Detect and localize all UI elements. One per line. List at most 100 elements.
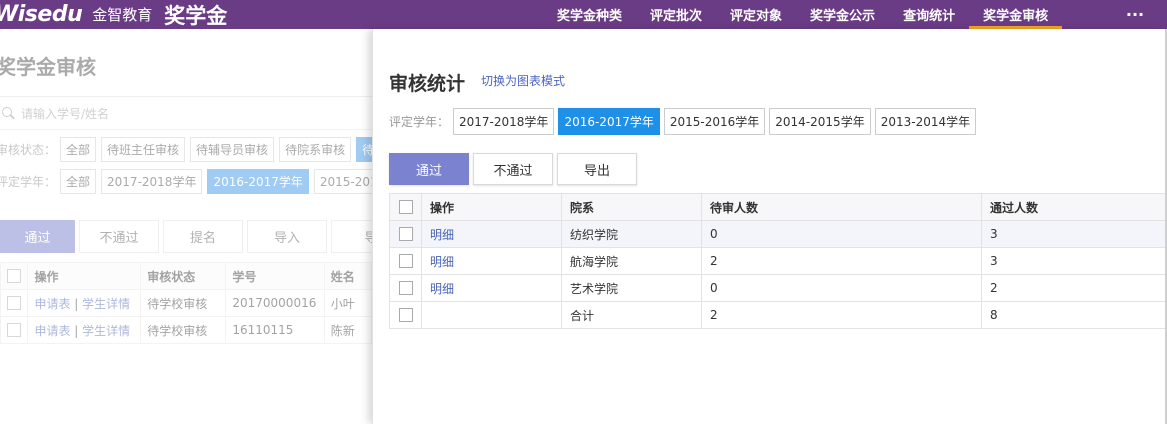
passed-count-cell: 3 bbox=[981, 247, 1167, 275]
logo-chinese-text: 金智教育 bbox=[92, 6, 153, 24]
switch-chart-mode-link[interactable]: 切换为图表模式 bbox=[481, 72, 565, 89]
year-option-2016-2017[interactable]: 2016-2017学年 bbox=[207, 169, 309, 194]
review-statistics-panel: 审核统计 切换为图表模式 评定学年： 2017-2018学年 2016-2017… bbox=[372, 29, 1167, 424]
detail-link[interactable]: 明细 bbox=[430, 228, 454, 242]
nav-evaluation-targets[interactable]: 评定对象 bbox=[716, 0, 796, 29]
col-header-student-id: 学号 bbox=[225, 262, 325, 290]
student-detail-link[interactable]: 学生详情 bbox=[82, 297, 130, 311]
table-row: 申请表 | 学生详情 待学校审核 20170000016 小叶 bbox=[0, 289, 372, 317]
row-checkbox[interactable] bbox=[398, 281, 413, 296]
nav-query-statistics[interactable]: 查询统计 bbox=[889, 0, 969, 29]
row-checkbox-cell[interactable] bbox=[389, 247, 422, 275]
nav-scholarship-publicity[interactable]: 奖学金公示 bbox=[796, 0, 889, 29]
status-option-school[interactable]: 待学校 bbox=[356, 137, 372, 162]
student-name-cell: 小叶 bbox=[323, 289, 372, 317]
student-detail-link[interactable]: 学生详情 bbox=[82, 324, 130, 338]
total-label-cell: 合计 bbox=[561, 301, 702, 329]
department-cell: 航海学院 bbox=[561, 247, 702, 275]
select-all-cell[interactable] bbox=[0, 262, 29, 290]
panel-year-2016-2017[interactable]: 2016-2017学年 bbox=[558, 108, 660, 135]
student-id-cell: 20170000016 bbox=[225, 289, 325, 317]
pass-button[interactable]: 通过 bbox=[389, 153, 469, 185]
link-separator: | bbox=[74, 323, 79, 338]
panel-year-2015-2016[interactable]: 2015-2016学年 bbox=[663, 108, 766, 135]
pending-total-cell: 2 bbox=[701, 301, 982, 329]
row-checkbox-cell[interactable] bbox=[389, 220, 422, 248]
panel-year-2014-2015[interactable]: 2014-2015学年 bbox=[769, 108, 871, 135]
application-form-link[interactable]: 申请表 bbox=[34, 297, 70, 311]
bg-nominate-button[interactable]: 提名 bbox=[163, 220, 243, 253]
background-review-page: 奖学金审核 请输入学号/姓名 审核状态： 全部 待班主任审核 待辅导员审核 待院… bbox=[0, 29, 372, 424]
bg-fail-button[interactable]: 不通过 bbox=[79, 220, 159, 253]
panel-action-buttons: 通过 不通过 导出 bbox=[389, 153, 641, 185]
status-option-all[interactable]: 全部 bbox=[60, 137, 97, 162]
table-header-row: 操作 院系 待审人数 通过人数 bbox=[389, 193, 1167, 221]
bg-pass-button[interactable]: 通过 bbox=[0, 220, 75, 253]
panel-year-2017-2018[interactable]: 2017-2018学年 bbox=[453, 108, 555, 135]
detail-link[interactable]: 明细 bbox=[430, 255, 454, 269]
pending-count-cell: 0 bbox=[701, 274, 982, 302]
status-option-class-teacher[interactable]: 待班主任审核 bbox=[101, 137, 186, 162]
nav-evaluation-batches[interactable]: 评定批次 bbox=[636, 0, 716, 29]
col-header-status: 审核状态 bbox=[140, 262, 227, 290]
col-header-department: 院系 bbox=[561, 193, 702, 221]
year-option-2017-2018[interactable]: 2017-2018学年 bbox=[101, 169, 203, 194]
row-checkbox-cell[interactable] bbox=[0, 289, 29, 317]
student-id-cell: 16110115 bbox=[225, 316, 325, 344]
search-bar[interactable]: 请输入学号/姓名 bbox=[0, 101, 372, 125]
more-menu-icon[interactable]: ··· bbox=[1120, 0, 1150, 29]
bg-import-button[interactable]: 导入 bbox=[247, 220, 327, 253]
row-checkbox-cell[interactable] bbox=[389, 301, 422, 329]
row-checkbox-cell[interactable] bbox=[389, 274, 422, 302]
col-header-operation: 操作 bbox=[421, 193, 562, 221]
link-separator: | bbox=[74, 296, 79, 311]
panel-year-2013-2014[interactable]: 2013-2014学年 bbox=[874, 108, 977, 135]
operation-cell: 明细 bbox=[421, 274, 562, 302]
fail-button[interactable]: 不通过 bbox=[473, 153, 553, 185]
operation-cell bbox=[421, 301, 562, 329]
select-all-cell[interactable] bbox=[389, 193, 422, 221]
nav-scholarship-review[interactable]: 奖学金审核 bbox=[969, 0, 1063, 29]
status-option-department[interactable]: 待院系审核 bbox=[279, 137, 352, 162]
table-row-total: 合计 2 8 bbox=[389, 301, 1167, 329]
brand-logo[interactable]: Wisedu 金智教育 奖学金 bbox=[0, 0, 227, 29]
export-button[interactable]: 导出 bbox=[557, 153, 637, 185]
status-filter: 审核状态： 全部 待班主任审核 待辅导员审核 待院系审核 待学校 bbox=[0, 137, 372, 162]
application-form-link[interactable]: 申请表 bbox=[34, 324, 70, 338]
col-header-name: 姓名 bbox=[323, 262, 372, 290]
year-option-all[interactable]: 全部 bbox=[60, 169, 97, 194]
year-filter-label: 评定学年： bbox=[0, 175, 57, 189]
year-filter: 评定学年： 全部 2017-2018学年 2016-2017学年 2015-20… bbox=[0, 169, 372, 194]
row-checkbox[interactable] bbox=[7, 296, 21, 311]
detail-link[interactable]: 明细 bbox=[430, 282, 454, 296]
row-checkbox[interactable] bbox=[398, 227, 413, 242]
operation-cell: 明细 bbox=[421, 220, 562, 248]
table-row: 明细 纺织学院 0 3 bbox=[389, 220, 1167, 248]
panel-year-label: 评定学年： bbox=[389, 115, 450, 129]
pending-count-cell: 0 bbox=[701, 220, 982, 248]
col-header-pending-count: 待审人数 bbox=[701, 193, 982, 221]
background-action-buttons: 通过 不通过 提名 导入 导 bbox=[0, 220, 372, 253]
operation-cell: 明细 bbox=[421, 247, 562, 275]
pending-count-cell: 2 bbox=[701, 247, 982, 275]
year-option-2015-2016[interactable]: 2015-2016学年 bbox=[313, 169, 372, 194]
status-option-counselor[interactable]: 待辅导员审核 bbox=[190, 137, 275, 162]
row-checkbox[interactable] bbox=[398, 254, 413, 269]
bg-export-button[interactable]: 导 bbox=[331, 220, 372, 253]
search-icon bbox=[2, 106, 15, 120]
row-checkbox[interactable] bbox=[398, 308, 413, 323]
panel-year-filter: 评定学年： 2017-2018学年 2016-2017学年 2015-2016学… bbox=[389, 108, 980, 135]
row-checkbox[interactable] bbox=[7, 323, 21, 338]
passed-count-cell: 2 bbox=[981, 274, 1167, 302]
page-title: 奖学金审核 bbox=[0, 55, 96, 79]
student-name-cell: 陈新 bbox=[323, 316, 372, 344]
department-cell: 纺织学院 bbox=[561, 220, 702, 248]
select-all-checkbox[interactable] bbox=[398, 200, 413, 215]
select-all-checkbox[interactable] bbox=[7, 269, 21, 284]
row-checkbox-cell[interactable] bbox=[0, 316, 29, 344]
nav-scholarship-types[interactable]: 奖学金种类 bbox=[543, 0, 636, 29]
table-row: 明细 艺术学院 0 2 bbox=[389, 274, 1167, 302]
app-name: 奖学金 bbox=[164, 3, 228, 28]
table-row: 申请表 | 学生详情 待学校审核 16110115 陈新 bbox=[0, 316, 372, 344]
panel-title: 审核统计 bbox=[389, 73, 466, 95]
